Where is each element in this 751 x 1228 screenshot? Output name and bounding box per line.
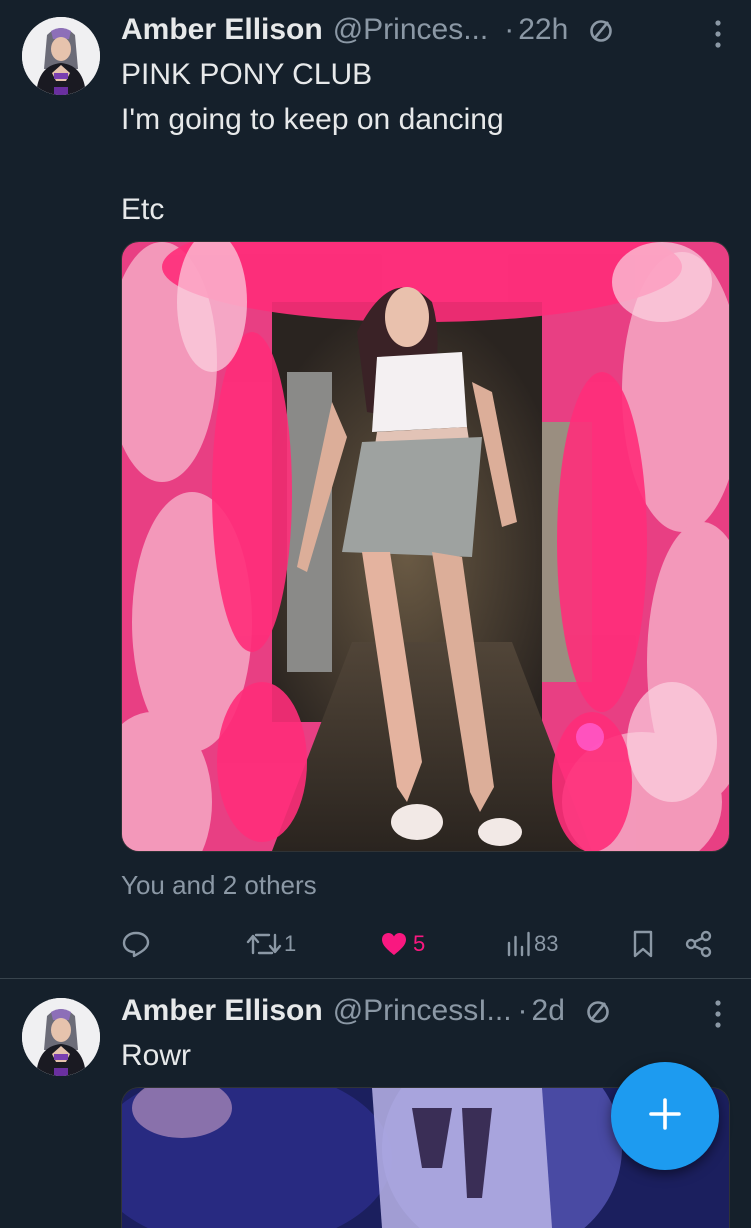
like-count: 5	[413, 931, 426, 956]
views-button[interactable]: 83	[506, 929, 558, 959]
separator-dot: ·	[517, 994, 528, 1027]
avatar[interactable]	[22, 998, 100, 1076]
author-handle[interactable]: @PrincessI...	[333, 994, 512, 1028]
compose-button[interactable]	[611, 1062, 719, 1170]
retweet-button[interactable]: 1	[246, 929, 296, 959]
tweet-text: Rowr	[121, 1033, 191, 1078]
tweet-line: Etc	[121, 193, 165, 226]
like-icon	[379, 929, 409, 959]
timestamp[interactable]: 22h	[518, 13, 568, 47]
no-sign-icon	[583, 996, 613, 1026]
tweet-text: PINK PONY CLUB I'm going to keep on danc…	[121, 52, 504, 232]
timestamp[interactable]: 2d	[532, 994, 565, 1028]
share-icon	[684, 929, 714, 959]
author-name[interactable]: Amber Ellison	[121, 13, 323, 47]
like-button[interactable]: 5	[379, 929, 425, 959]
social-context[interactable]: You and 2 others	[121, 870, 317, 901]
retweet-icon	[246, 929, 282, 959]
action-bar: 1 5 83	[121, 925, 751, 961]
views-icon	[506, 929, 532, 959]
no-sign-icon	[586, 15, 616, 45]
share-button[interactable]	[684, 929, 714, 959]
author-name[interactable]: Amber Ellison	[121, 994, 323, 1028]
tweet-header: Amber Ellison @PrincessI... · 2d	[121, 993, 751, 1029]
reply-icon	[121, 929, 151, 959]
retweet-count: 1	[284, 931, 297, 956]
tweet-line	[121, 142, 504, 187]
avatar[interactable]	[22, 17, 100, 95]
bookmark-icon	[631, 929, 655, 959]
tweet-line: I'm going to keep on dancing	[121, 103, 504, 136]
more-icon[interactable]	[713, 999, 723, 1029]
tweet-header: Amber Ellison @Princes... · 22h	[121, 12, 751, 48]
tweet-line: Rowr	[121, 1039, 192, 1072]
bookmark-button[interactable]	[631, 929, 655, 959]
tweet[interactable]: Amber Ellison @Princes... · 22h PINK PON…	[0, 0, 751, 978]
plus-icon	[645, 1094, 685, 1139]
views-count: 83	[534, 931, 559, 956]
separator-dot: ·	[504, 13, 515, 46]
author-handle[interactable]: @Princes...	[333, 13, 489, 47]
tweet-line: PINK PONY CLUB	[121, 58, 373, 91]
tweet-photo[interactable]	[121, 241, 730, 852]
reply-button[interactable]	[121, 929, 151, 959]
more-icon[interactable]	[713, 19, 723, 49]
